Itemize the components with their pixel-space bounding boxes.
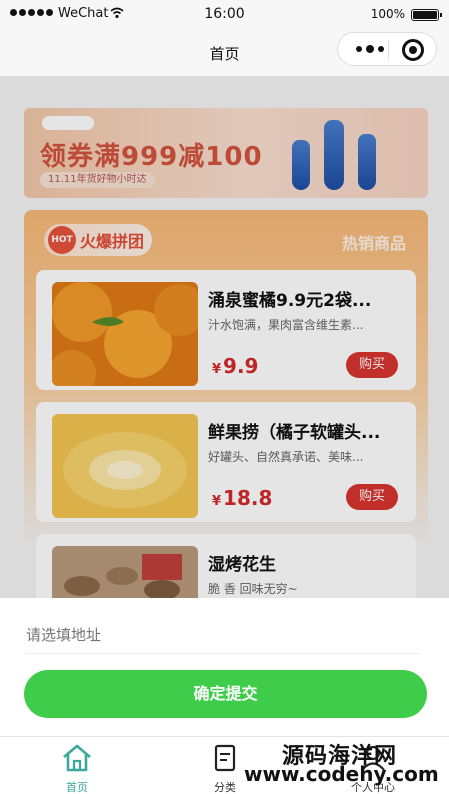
close-miniprogram-icon[interactable] bbox=[402, 39, 424, 61]
capsule-divider bbox=[388, 41, 389, 59]
address-input[interactable] bbox=[26, 616, 420, 654]
confirm-submit-button[interactable]: 确定提交 bbox=[24, 670, 427, 718]
navigation-bar: 首页 bbox=[0, 30, 449, 76]
tab-home[interactable]: 首页 bbox=[32, 743, 122, 794]
more-icon[interactable] bbox=[356, 43, 384, 53]
tab-home-label: 首页 bbox=[66, 781, 88, 794]
watermark-url: www.codehy.com bbox=[244, 762, 439, 786]
category-icon bbox=[214, 744, 236, 772]
miniprogram-capsule bbox=[337, 32, 437, 66]
battery-icon bbox=[411, 9, 442, 21]
home-icon bbox=[63, 744, 91, 772]
status-bar: WeChat 16:00 100% bbox=[0, 0, 449, 30]
battery-percent: 100% bbox=[370, 7, 405, 21]
address-sheet: 确定提交 bbox=[0, 598, 449, 736]
